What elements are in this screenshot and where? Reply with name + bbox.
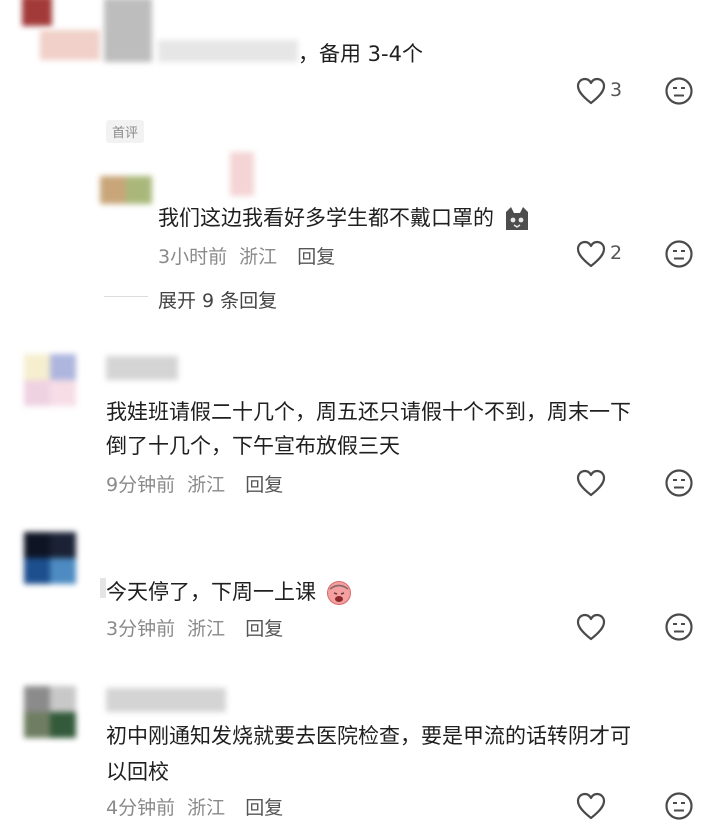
comment-text: 我们这边我看好多学生都不戴口罩的: [158, 202, 531, 232]
cat-face-emoji: [503, 206, 531, 232]
like-count: 3: [610, 79, 623, 101]
avatar[interactable]: [24, 354, 76, 406]
reply-button[interactable]: 回复: [245, 797, 283, 819]
comment-meta: 3小时前 浙江 回复: [158, 242, 335, 269]
heart-icon[interactable]: [576, 77, 606, 109]
comment-text: 初中刚通知发烧就要去医院检查，要是甲流的话转阴才可: [106, 724, 631, 748]
comment-text: 我娃班请假二十几个，周五还只请假十个不到，周末一下: [106, 400, 631, 424]
comment-text: 今天停了，下周一上课: [106, 576, 353, 606]
heart-icon[interactable]: [576, 240, 606, 272]
location: 浙江: [239, 246, 278, 268]
username-redacted: [40, 30, 100, 60]
expand-divider: [104, 296, 148, 297]
comment-text: ，备用 3-4个: [298, 42, 423, 66]
first-comment-badge: 首评: [106, 120, 145, 143]
like-count: 2: [610, 242, 623, 264]
avatar[interactable]: [100, 176, 152, 204]
username-redacted: [230, 152, 254, 196]
dislike-face-icon[interactable]: [664, 76, 694, 110]
comment-meta: 3分钟前 浙江 回复: [106, 614, 283, 641]
avatar[interactable]: [24, 532, 76, 584]
reply-button[interactable]: 回复: [297, 246, 335, 268]
dislike-face-icon[interactable]: [664, 239, 694, 273]
reply-button[interactable]: 回复: [245, 618, 283, 640]
comment-text-redacted: [158, 40, 298, 62]
heart-icon[interactable]: [576, 792, 606, 824]
dislike-face-icon[interactable]: [664, 791, 694, 825]
location: 浙江: [187, 618, 226, 640]
avatar[interactable]: [24, 686, 76, 738]
username-redacted: [104, 0, 152, 62]
location: 浙江: [187, 474, 226, 496]
username-redacted: [106, 688, 226, 712]
dislike-face-icon[interactable]: [664, 468, 694, 502]
heart-icon[interactable]: [576, 469, 606, 501]
comment-meta: 4分钟前 浙江 回复: [106, 793, 283, 820]
comment-text: 倒了十几个，下午宣布放假三天: [106, 434, 400, 458]
comment-meta: 9分钟前 浙江 回复: [106, 470, 283, 497]
timestamp: 3小时前: [158, 246, 228, 268]
reply-button[interactable]: 回复: [245, 474, 283, 496]
dislike-face-icon[interactable]: [664, 612, 694, 646]
avatar[interactable]: [22, 0, 52, 26]
timestamp: 4分钟前: [106, 797, 176, 819]
username-redacted: [106, 356, 178, 380]
heart-icon[interactable]: [576, 613, 606, 645]
expand-replies-button[interactable]: 展开 9 条回复: [158, 286, 277, 313]
comment-text: 以回校: [106, 760, 169, 784]
timestamp: 3分钟前: [106, 618, 176, 640]
crying-face-emoji: [325, 580, 353, 606]
location: 浙江: [187, 797, 226, 819]
timestamp: 9分钟前: [106, 474, 176, 496]
